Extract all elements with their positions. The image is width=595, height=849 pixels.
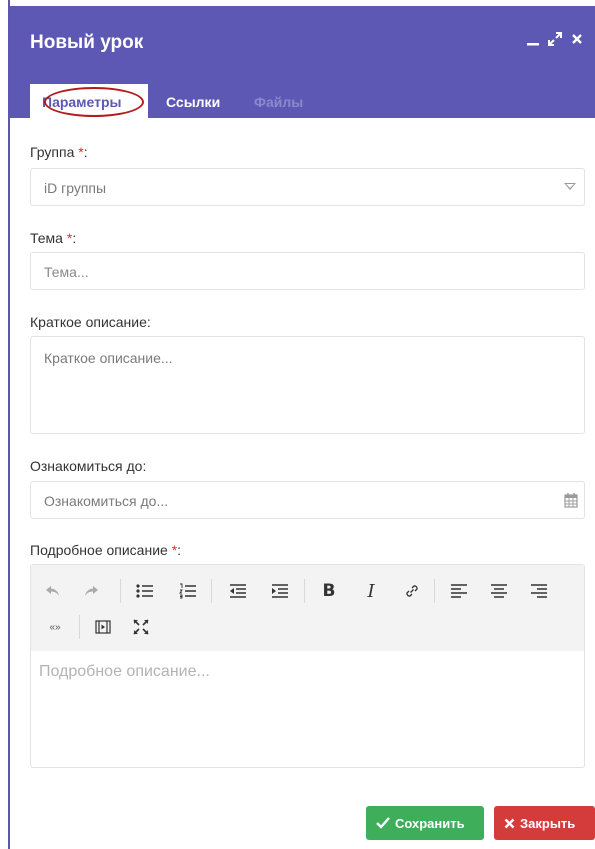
toolbar-separator [79, 615, 80, 639]
group-select-placeholder: iD группы [44, 180, 107, 196]
dialog-header: Новый урок Параметры Ссылки Файлы [10, 6, 595, 124]
close-button-label: Закрыть [520, 815, 576, 831]
close-icon[interactable] [569, 30, 585, 48]
blockquote-icon[interactable]: «» [43, 615, 67, 639]
detailed-description-label: Подробное описание *: [30, 542, 181, 558]
dialog-title: Новый урок [30, 32, 144, 53]
chevron-down-icon [564, 183, 576, 190]
rich-text-editor: B I «» Подробное описание... [30, 564, 585, 768]
group-label: Группа *: [30, 144, 88, 160]
redo-icon[interactable] [79, 579, 103, 603]
toolbar-separator [211, 579, 212, 603]
topic-input-placeholder: Тема... [44, 264, 89, 280]
topic-label-text: Тема [30, 230, 63, 246]
save-button-label: Сохранить [395, 815, 465, 831]
group-select[interactable]: iD группы [30, 168, 585, 206]
numbered-list-icon[interactable] [176, 579, 200, 603]
toolbar-separator [120, 579, 121, 603]
outdent-icon[interactable] [226, 579, 250, 603]
tab-parameters[interactable]: Параметры [30, 84, 148, 124]
short-description-placeholder: Краткое описание... [44, 350, 173, 366]
toolbar-separator [434, 579, 435, 603]
align-center-icon[interactable] [487, 579, 511, 603]
bold-icon[interactable]: B [317, 579, 341, 603]
align-left-icon[interactable] [447, 579, 471, 603]
dialog-left-border [8, 0, 10, 849]
close-button[interactable]: Закрыть [494, 806, 595, 840]
review-until-placeholder: Ознакомиться до... [44, 493, 169, 509]
undo-icon[interactable] [41, 579, 65, 603]
fullscreen-icon[interactable] [129, 615, 153, 639]
label-colon: : [83, 144, 88, 160]
calendar-icon[interactable] [564, 492, 578, 513]
bullet-list-icon[interactable] [133, 579, 157, 603]
editor-toolbar: B I «» [31, 565, 584, 651]
tab-links[interactable]: Ссылки [154, 84, 232, 124]
detailed-description-placeholder[interactable]: Подробное описание... [39, 663, 210, 681]
short-description-label: Краткое описание: [30, 314, 151, 330]
minimize-icon[interactable] [525, 30, 541, 48]
topic-label: Тема *: [30, 230, 76, 246]
short-description-textarea[interactable]: Краткое описание... [30, 336, 585, 434]
tab-links-label: Ссылки [166, 94, 221, 110]
topic-input[interactable]: Тема... [30, 252, 585, 290]
check-icon [376, 817, 390, 829]
window-controls [525, 30, 585, 48]
close-x-icon [504, 818, 515, 828]
label-colon: : [72, 230, 77, 246]
label-colon: : [177, 542, 182, 558]
highlight-circle [44, 87, 144, 117]
toolbar-separator [304, 579, 305, 603]
indent-icon[interactable] [268, 579, 292, 603]
detailed-description-label-text: Подробное описание [30, 542, 168, 558]
tab-files[interactable]: Файлы [242, 84, 315, 124]
review-until-label: Ознакомиться до: [30, 458, 147, 474]
link-icon[interactable] [400, 579, 424, 603]
save-button[interactable]: Сохранить [366, 806, 484, 840]
align-right-icon[interactable] [527, 579, 551, 603]
media-icon[interactable] [91, 615, 115, 639]
tab-files-label: Файлы [254, 94, 304, 110]
maximize-icon[interactable] [547, 30, 563, 48]
group-label-text: Группа [30, 144, 75, 160]
review-until-date-input[interactable]: Ознакомиться до... [30, 481, 585, 519]
italic-icon[interactable]: I [359, 579, 383, 603]
